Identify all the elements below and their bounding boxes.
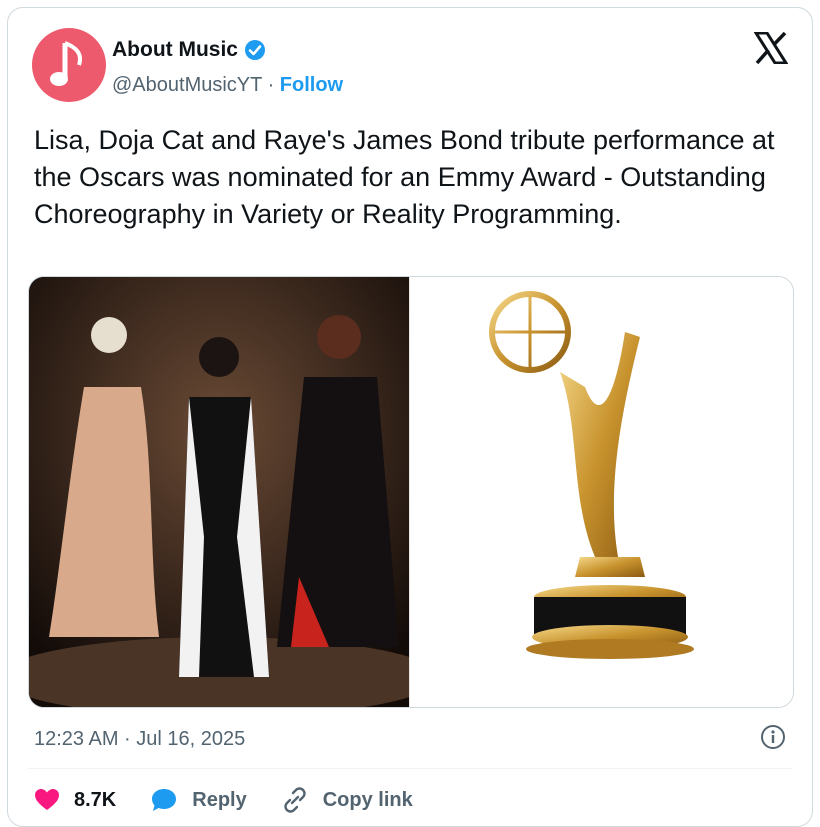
music-note-icon [50,41,82,86]
author-row: About Music [112,38,266,62]
media-grid[interactable] [28,276,794,708]
performance-photo[interactable] [29,277,439,707]
tweet-text: Lisa, Doja Cat and Raye's James Bond tri… [34,125,775,229]
follow-button[interactable]: Follow [280,74,343,96]
divider [28,768,792,769]
emmy-statue-image[interactable] [409,277,793,707]
info-icon[interactable] [760,724,786,755]
like-button[interactable]: 8.7K [34,788,116,812]
reply-bubble-icon [152,789,177,811]
x-logo-icon[interactable] [753,31,789,69]
author-handle[interactable]: @AboutMusicYT [112,74,262,96]
author-name[interactable]: About Music [112,38,238,62]
heart-icon [35,789,59,810]
like-count: 8.7K [74,788,117,811]
copy-link-label: Copy link [322,788,413,811]
verified-badge-icon [245,40,265,60]
separator: · [267,74,275,96]
reply-label: Reply [192,788,247,811]
handle-row: @AboutMusicYT · Follow [112,74,343,97]
tweet-timestamp[interactable]: 12:23 AM · Jul 16, 2025 [34,728,245,751]
reply-button[interactable]: Reply [150,787,247,813]
tweet-card: About Music @AboutMusicYT · Follow Lisa,… [7,7,813,827]
avatar[interactable] [32,28,106,102]
